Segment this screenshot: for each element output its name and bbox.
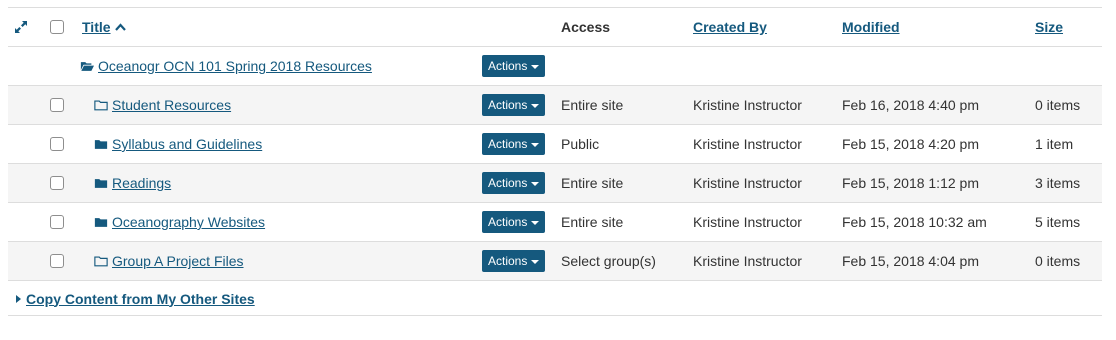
- access-value: Public: [561, 136, 600, 152]
- folder-link[interactable]: Student Resources: [94, 86, 231, 124]
- row-checkbox[interactable]: [50, 176, 64, 190]
- folder-outline-icon: [94, 100, 108, 111]
- modified-value: Feb 16, 2018 4:40 pm: [842, 97, 979, 113]
- size-value: 0 items: [1035, 97, 1081, 113]
- modified-value: Feb 15, 2018 4:20 pm: [842, 136, 979, 152]
- access-value: Entire site: [561, 175, 624, 191]
- caret-down-icon: [531, 181, 540, 186]
- folder-name[interactable]: Syllabus and Guidelines: [112, 136, 262, 152]
- actions-label: Actions: [488, 215, 528, 229]
- size-value: 0 items: [1035, 253, 1081, 269]
- folder-outline-icon: [94, 256, 108, 267]
- copy-content-link[interactable]: Copy Content from My Other Sites: [16, 291, 255, 307]
- folder-open-icon: [80, 62, 94, 71]
- size-column-header[interactable]: Size: [1035, 19, 1063, 35]
- created-by-value: Kristine Instructor: [693, 175, 802, 191]
- created-by-value: Kristine Instructor: [693, 136, 802, 152]
- created-by-column-header[interactable]: Created By: [693, 19, 767, 35]
- created-by-value: Kristine Instructor: [693, 97, 802, 113]
- title-header-label[interactable]: Title: [82, 19, 111, 35]
- folder-name[interactable]: Readings: [112, 175, 171, 191]
- table-row: Group A Project Files Actions Select gro…: [8, 242, 1102, 281]
- modified-value: Feb 15, 2018 1:12 pm: [842, 175, 979, 191]
- folder-name[interactable]: Oceanography Websites: [112, 214, 265, 230]
- parent-folder-name[interactable]: Oceanogr OCN 101 Spring 2018 Resources: [98, 58, 372, 74]
- folder-link[interactable]: Oceanography Websites: [94, 203, 265, 241]
- resources-table: Title Access Created By Modified Size Oc…: [8, 7, 1102, 281]
- parent-folder-row: Oceanogr OCN 101 Spring 2018 Resources A…: [8, 47, 1102, 86]
- access-value: Select group(s): [561, 253, 656, 269]
- actions-button[interactable]: Actions: [482, 55, 546, 77]
- caret-down-icon: [531, 220, 540, 225]
- actions-label: Actions: [488, 176, 528, 190]
- row-checkbox[interactable]: [50, 137, 64, 151]
- folder-name[interactable]: Group A Project Files: [112, 253, 244, 269]
- actions-label: Actions: [488, 59, 528, 73]
- size-value: 5 items: [1035, 214, 1081, 230]
- caret-right-icon: [16, 294, 21, 303]
- copy-content-label[interactable]: Copy Content from My Other Sites: [26, 291, 255, 307]
- expand-all-icon[interactable]: [14, 8, 28, 46]
- actions-label: Actions: [488, 254, 528, 268]
- actions-button[interactable]: Actions: [482, 211, 546, 233]
- caret-down-icon: [531, 259, 540, 264]
- folder-filled-icon: [94, 140, 108, 149]
- parent-folder-link[interactable]: Oceanogr OCN 101 Spring 2018 Resources: [80, 47, 372, 85]
- size-value: 3 items: [1035, 175, 1081, 191]
- actions-button[interactable]: Actions: [482, 172, 546, 194]
- row-checkbox[interactable]: [50, 215, 64, 229]
- table-row: Oceanography Websites Actions Entire sit…: [8, 203, 1102, 242]
- modified-value: Feb 15, 2018 4:04 pm: [842, 253, 979, 269]
- actions-label: Actions: [488, 98, 528, 112]
- table-row: Syllabus and Guidelines Actions Public K…: [8, 125, 1102, 164]
- folder-link[interactable]: Syllabus and Guidelines: [94, 125, 262, 163]
- created-by-value: Kristine Instructor: [693, 214, 802, 230]
- folder-filled-icon: [94, 179, 108, 188]
- folder-filled-icon: [94, 218, 108, 227]
- caret-down-icon: [531, 142, 540, 147]
- access-column-header: Access: [561, 19, 611, 35]
- select-all-checkbox[interactable]: [50, 20, 64, 34]
- row-checkbox[interactable]: [50, 254, 64, 268]
- access-value: Entire site: [561, 214, 624, 230]
- modified-column-header[interactable]: Modified: [842, 19, 900, 35]
- actions-button[interactable]: Actions: [482, 133, 546, 155]
- caret-down-icon: [531, 64, 540, 69]
- size-value: 1 item: [1035, 136, 1074, 152]
- chevron-up-icon: [114, 23, 126, 31]
- title-column-header[interactable]: Title: [82, 8, 126, 46]
- table-row: Readings Actions Entire site Kristine In…: [8, 164, 1102, 203]
- row-checkbox[interactable]: [50, 98, 64, 112]
- folder-name[interactable]: Student Resources: [112, 97, 231, 113]
- created-by-value: Kristine Instructor: [693, 253, 802, 269]
- actions-button[interactable]: Actions: [482, 94, 546, 116]
- table-row: Student Resources Actions Entire site Kr…: [8, 86, 1102, 125]
- modified-value: Feb 15, 2018 10:32 am: [842, 214, 987, 230]
- access-value: Entire site: [561, 97, 624, 113]
- caret-down-icon: [531, 103, 540, 108]
- copy-content-row: Copy Content from My Other Sites: [8, 282, 1102, 316]
- table-header: Title Access Created By Modified Size: [8, 7, 1102, 47]
- folder-link[interactable]: Readings: [94, 164, 171, 202]
- actions-label: Actions: [488, 137, 528, 151]
- actions-button[interactable]: Actions: [482, 250, 546, 272]
- folder-link[interactable]: Group A Project Files: [94, 242, 244, 280]
